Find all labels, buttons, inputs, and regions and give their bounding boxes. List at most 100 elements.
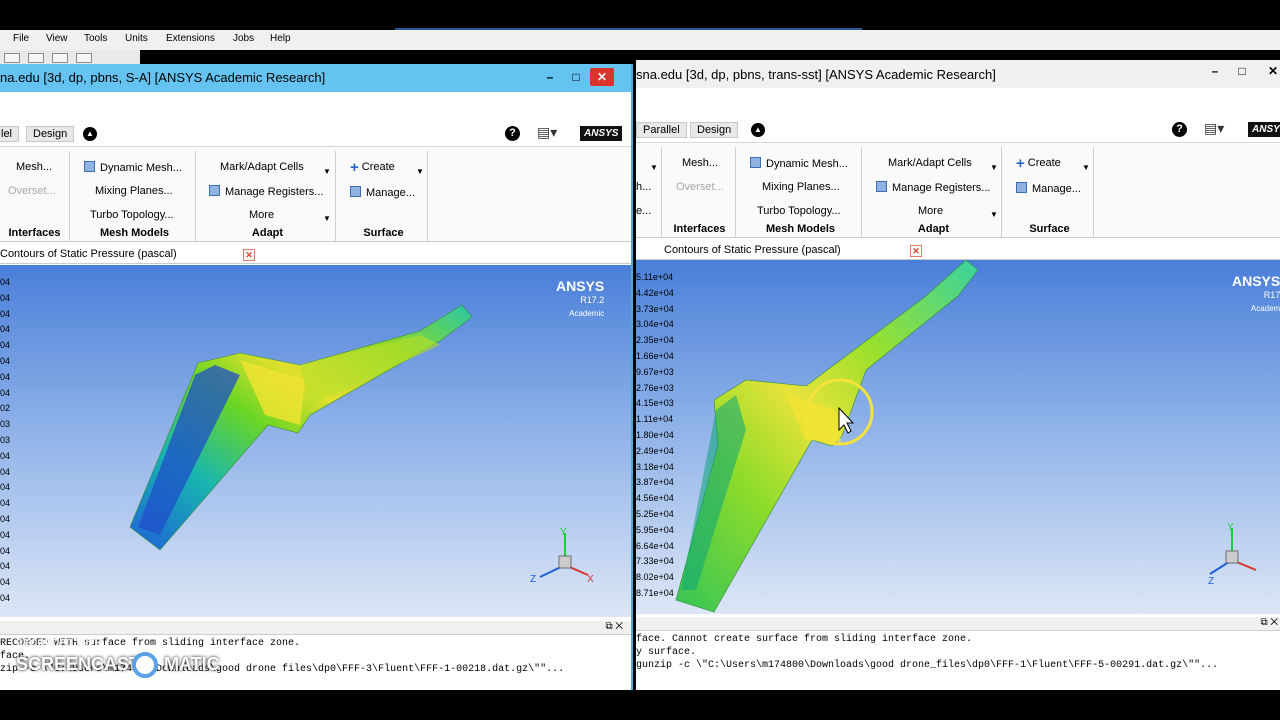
group-label-surface: Surface — [363, 227, 404, 239]
settings-icon[interactable] — [76, 53, 92, 63]
ribbon-tabs: lel Design ▲ ? ▤▾ ANSYS — [0, 124, 631, 142]
mesh-interfaces-button[interactable]: Mesh... — [16, 161, 52, 173]
close-tab-icon[interactable]: ✕ — [910, 245, 922, 257]
mixing-planes-button[interactable]: Mixing Planes... — [762, 181, 840, 193]
maximize-button[interactable]: □ — [1230, 62, 1254, 80]
menu-extensions[interactable]: Extensions — [166, 33, 215, 44]
manage-surface-button[interactable]: Manage... — [350, 186, 415, 199]
manage-registers-label: Manage Registers... — [225, 186, 324, 198]
console-line-1: face. Cannot create surface from sliding… — [636, 634, 973, 645]
chevron-down-icon[interactable]: ▼ — [990, 210, 998, 219]
tab-parallel[interactable]: lel — [0, 126, 20, 142]
menu-units[interactable]: Units — [125, 33, 148, 44]
group-surface: + Create ▼ Manage... Surface — [1006, 147, 1094, 237]
dynamic-mesh-button[interactable]: Dynamic Mesh... — [750, 157, 848, 170]
menu-help[interactable]: Help — [270, 33, 291, 44]
maximize-button[interactable]: □ — [564, 68, 588, 86]
manage-registers-button[interactable]: Manage Registers... — [209, 185, 323, 198]
chevron-down-icon[interactable]: ▼ — [323, 214, 331, 223]
menu-jobs[interactable]: Jobs — [233, 33, 254, 44]
screen: File View Tools Units Extensions Jobs He… — [0, 0, 1280, 720]
tab-design[interactable]: Design — [690, 122, 739, 138]
minimize-button[interactable]: – — [1203, 62, 1227, 80]
console-line-3: gunzip -c \"C:\Users\m174800\Downloads\g… — [636, 660, 1219, 671]
create-label: Create — [361, 161, 395, 173]
console-header: ⧉ ✕ — [636, 617, 1280, 631]
group-label-surface: Surface — [1029, 223, 1070, 235]
ribbon-tabs: Parallel Design ▲ ? ▤▾ ANSYS — [636, 120, 1280, 138]
chevron-down-icon[interactable]: ▼ — [323, 167, 331, 176]
mesh-interfaces-button[interactable]: Mesh... — [682, 157, 718, 169]
chevron-down-icon[interactable]: ▼ — [990, 163, 998, 172]
mark-adapt-cells-button[interactable]: Mark/Adapt Cells — [220, 161, 304, 173]
plus-icon: + — [350, 159, 359, 176]
menu-view[interactable]: View — [46, 33, 68, 44]
partial-item-1[interactable]: h... — [636, 181, 651, 193]
tab-design[interactable]: Design — [26, 126, 75, 142]
group-adapt: Mark/Adapt Cells ▼ Manage Registers... M… — [200, 151, 336, 241]
collapse-ribbon-icon[interactable]: ▲ — [751, 123, 765, 137]
graphics-viewport[interactable]: 04 04 04 04 04 04 04 04 02 03 03 04 04 04 04 04 04 04 04 04… — [0, 265, 631, 617]
close-button[interactable]: ✕ — [1261, 62, 1280, 80]
create-surface-button[interactable]: + Create — [350, 159, 395, 176]
group-mesh-models: Dynamic Mesh... Mixing Planes... Turbo T… — [740, 147, 862, 237]
screencast-logo-icon — [132, 652, 158, 678]
right-fluent-window: sna.edu [3d, dp, pbns, trans-sst] [ANSYS… — [636, 60, 1280, 690]
more-button[interactable]: More — [249, 209, 274, 221]
help-icon[interactable]: ? — [1172, 122, 1187, 137]
chevron-down-icon[interactable]: ▼ — [650, 163, 658, 172]
overset-button[interactable]: Overset... — [676, 181, 724, 193]
open-icon[interactable] — [4, 53, 20, 63]
group-interfaces: Mesh... Overset... Interfaces — [664, 147, 736, 237]
close-tab-icon[interactable]: ✕ — [243, 249, 255, 261]
turbo-topology-button[interactable]: Turbo Topology... — [90, 209, 174, 221]
more-button[interactable]: More — [918, 205, 943, 217]
menu-file[interactable]: File — [13, 33, 29, 44]
menu-tools[interactable]: Tools — [84, 33, 107, 44]
ansys-logo: ANSYS — [580, 126, 623, 141]
console-panel[interactable]: ⧉ ✕ face. Cannot create surface from sli… — [636, 617, 1280, 690]
minimize-button[interactable]: – — [538, 68, 562, 86]
wing-model-right — [675, 260, 979, 613]
turbo-topology-button[interactable]: Turbo Topology... — [757, 205, 841, 217]
help-icon[interactable]: ? — [505, 126, 520, 141]
group-surface: + Create ▼ Manage... Surface — [340, 151, 428, 241]
console-window-icons[interactable]: ⧉ ✕ — [605, 621, 623, 632]
watermark-line-1: RECORDED WITH — [16, 638, 102, 649]
group-adapt: Mark/Adapt Cells ▼ Manage Registers... M… — [866, 147, 1002, 237]
dynamic-mesh-button[interactable]: Dynamic Mesh... — [84, 161, 182, 174]
collapse-ribbon-icon[interactable]: ▲ — [83, 127, 97, 141]
tab-parallel[interactable]: Parallel — [636, 122, 687, 138]
layout-icon[interactable]: ▤▾ — [537, 124, 557, 141]
right-title-bar[interactable]: sna.edu [3d, dp, pbns, trans-sst] [ANSYS… — [636, 60, 1280, 88]
close-button[interactable]: ✕ — [590, 68, 614, 86]
chevron-down-icon[interactable]: ▼ — [416, 167, 424, 176]
view-tab-bar: Contours of Static Pressure (pascal) ✕ — [0, 246, 631, 264]
save-icon[interactable] — [28, 53, 44, 63]
print-icon[interactable] — [52, 53, 68, 63]
view-tab-title[interactable]: Contours of Static Pressure (pascal) — [664, 244, 849, 256]
manage-registers-button[interactable]: Manage Registers... — [876, 181, 990, 194]
watermark-line-2: SCREENCAST — [16, 654, 141, 674]
svg-text:Z: Z — [530, 574, 536, 585]
manage-surface-button[interactable]: Manage... — [1016, 182, 1081, 195]
registers-icon — [209, 185, 220, 196]
create-surface-button[interactable]: + Create — [1016, 155, 1061, 172]
console-window-icons[interactable]: ⧉ ✕ — [1260, 617, 1278, 628]
left-title-bar[interactable]: na.edu [3d, dp, pbns, S-A] [ANSYS Academ… — [0, 64, 631, 92]
left-window-title: na.edu [3d, dp, pbns, S-A] [ANSYS Academ… — [0, 70, 326, 85]
group-label-mesh-models: Mesh Models — [99, 227, 170, 239]
graphics-viewport[interactable]: 5.11e+04 4.42e+04 3.73e+04 3.04e+04 2.35e+04… — [636, 260, 1280, 614]
group-label-adapt: Adapt — [917, 223, 950, 235]
mixing-planes-button[interactable]: Mixing Planes... — [95, 185, 173, 197]
chevron-down-icon[interactable]: ▼ — [1082, 163, 1090, 172]
overset-button[interactable]: Overset... — [8, 185, 56, 197]
view-tab-title[interactable]: Contours of Static Pressure (pascal) — [0, 248, 185, 260]
console-line-2: y surface. — [636, 647, 697, 658]
manage-registers-label: Manage Registers... — [892, 182, 991, 194]
ribbon-panel: Mesh... Overset... Interfaces Dynamic Me… — [0, 146, 631, 242]
layout-icon[interactable]: ▤▾ — [1204, 120, 1224, 137]
mark-adapt-cells-button[interactable]: Mark/Adapt Cells — [888, 157, 972, 169]
partial-item-2[interactable]: e... — [636, 205, 651, 217]
plus-icon: + — [1016, 155, 1025, 172]
